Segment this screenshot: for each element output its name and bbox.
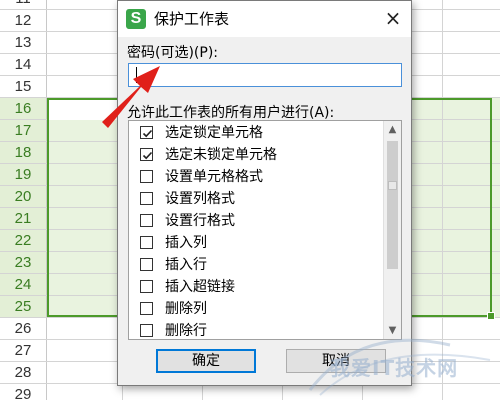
grid-line (442, 76, 443, 97)
permission-label: 插入行 (165, 257, 207, 273)
permission-label: 选定锁定单元格 (165, 125, 263, 141)
checkbox[interactable] (140, 214, 153, 227)
row-header[interactable]: 13 (0, 32, 47, 53)
checkbox[interactable] (140, 324, 153, 337)
checkmark-icon (142, 151, 153, 160)
grid-line (442, 10, 443, 31)
checkbox[interactable] (140, 280, 153, 293)
protect-sheet-dialog: S 保护工作表 × 密码(可选)(P): 允许此工作表的所有用户进行(A): 选… (117, 0, 412, 386)
row-header[interactable]: 25 (0, 296, 47, 317)
permission-label: 插入超链接 (165, 279, 235, 295)
grid-line (442, 120, 443, 141)
grid-line (442, 54, 443, 75)
dialog-titlebar[interactable]: S 保护工作表 × (118, 1, 411, 37)
grid-line (282, 384, 283, 400)
row-header[interactable]: 16 (0, 98, 47, 119)
text-caret (136, 67, 137, 83)
grid-line (442, 0, 443, 9)
permission-label: 设置单元格格式 (165, 169, 263, 185)
row-header[interactable]: 17 (0, 120, 47, 141)
grid-line (442, 230, 443, 251)
grid-line (442, 384, 443, 400)
close-button[interactable]: × (379, 5, 407, 31)
permission-item[interactable]: 设置行格式 (129, 210, 383, 232)
checkbox-checked[interactable] (140, 148, 153, 161)
grid-line (442, 142, 443, 163)
permission-item[interactable]: 设置单元格格式 (129, 166, 383, 188)
permission-label: 删除列 (165, 301, 207, 317)
grid-line (442, 296, 443, 317)
row-header[interactable]: 29 (0, 384, 47, 400)
checkbox[interactable] (140, 258, 153, 271)
permission-item[interactable]: 删除行 (129, 320, 383, 339)
permissions-list[interactable]: 选定锁定单元格 选定未锁定单元格 设置单元格格式 设置列格式设置行格式插入列插入行插入… (128, 120, 402, 340)
permission-item[interactable]: 设置列格式 (129, 188, 383, 210)
row-header[interactable]: 11 (0, 0, 47, 9)
cancel-button[interactable]: 取消 (286, 349, 386, 373)
permissions-label: 允许此工作表的所有用户进行(A): (127, 105, 335, 121)
permission-label: 删除行 (165, 323, 207, 339)
grid-line (442, 274, 443, 295)
dialog-title: 保护工作表 (154, 10, 230, 28)
row-header[interactable]: 27 (0, 340, 47, 361)
checkbox-checked[interactable] (140, 126, 153, 139)
permission-item[interactable]: 插入列 (129, 232, 383, 254)
checkbox[interactable] (140, 170, 153, 183)
screenshot-stage: 11121314151617181920212223242526272829 S… (0, 0, 500, 400)
ok-button[interactable]: 确定 (156, 349, 256, 373)
grid-line (442, 252, 443, 273)
grid-line (442, 208, 443, 229)
close-icon: × (384, 6, 402, 30)
row-header[interactable]: 26 (0, 318, 47, 339)
checkmark-icon (142, 129, 153, 138)
grid-line (202, 384, 203, 400)
permissions-scrollbar[interactable]: ▲ ▼ (383, 121, 401, 339)
checkbox[interactable] (140, 302, 153, 315)
grid-line (442, 340, 443, 361)
permission-label: 设置行格式 (165, 213, 235, 229)
permission-item[interactable]: 选定未锁定单元格 (129, 144, 383, 166)
permission-label: 设置列格式 (165, 191, 235, 207)
row-header[interactable]: 21 (0, 208, 47, 229)
row-header[interactable]: 12 (0, 10, 47, 31)
row-header[interactable]: 23 (0, 252, 47, 273)
row-header[interactable]: 19 (0, 164, 47, 185)
grid-line (442, 98, 443, 119)
password-label: 密码(可选)(P): (127, 45, 219, 61)
grid-line (442, 32, 443, 53)
scrollbar-thumb[interactable] (387, 141, 398, 269)
row-header[interactable]: 24 (0, 274, 47, 295)
row-header[interactable]: 15 (0, 76, 47, 97)
grid-line (442, 186, 443, 207)
fill-handle[interactable] (487, 312, 495, 320)
grid-line (362, 384, 363, 400)
permission-item[interactable]: 选定锁定单元格 (129, 122, 383, 144)
permission-item[interactable]: 插入超链接 (129, 276, 383, 298)
active-cell[interactable] (49, 100, 121, 120)
scroll-up-icon[interactable]: ▲ (384, 121, 401, 138)
row-header[interactable]: 28 (0, 362, 47, 383)
scroll-down-icon[interactable]: ▼ (384, 322, 401, 339)
sheet-row[interactable]: 29 (0, 384, 500, 400)
scrollbar-grip-icon (388, 181, 397, 190)
permission-label: 选定未锁定单元格 (165, 147, 277, 163)
permission-item[interactable]: 插入行 (129, 254, 383, 276)
wps-app-icon: S (126, 9, 146, 29)
checkbox[interactable] (140, 236, 153, 249)
grid-line (442, 362, 443, 383)
permission-item[interactable]: 删除列 (129, 298, 383, 320)
grid-line (122, 384, 123, 400)
grid-line (442, 164, 443, 185)
grid-line (442, 318, 443, 339)
permission-label: 插入列 (165, 235, 207, 251)
row-header[interactable]: 18 (0, 142, 47, 163)
row-header[interactable]: 20 (0, 186, 47, 207)
checkbox[interactable] (140, 192, 153, 205)
row-header[interactable]: 14 (0, 54, 47, 75)
row-header[interactable]: 22 (0, 230, 47, 251)
password-input[interactable] (128, 63, 402, 87)
